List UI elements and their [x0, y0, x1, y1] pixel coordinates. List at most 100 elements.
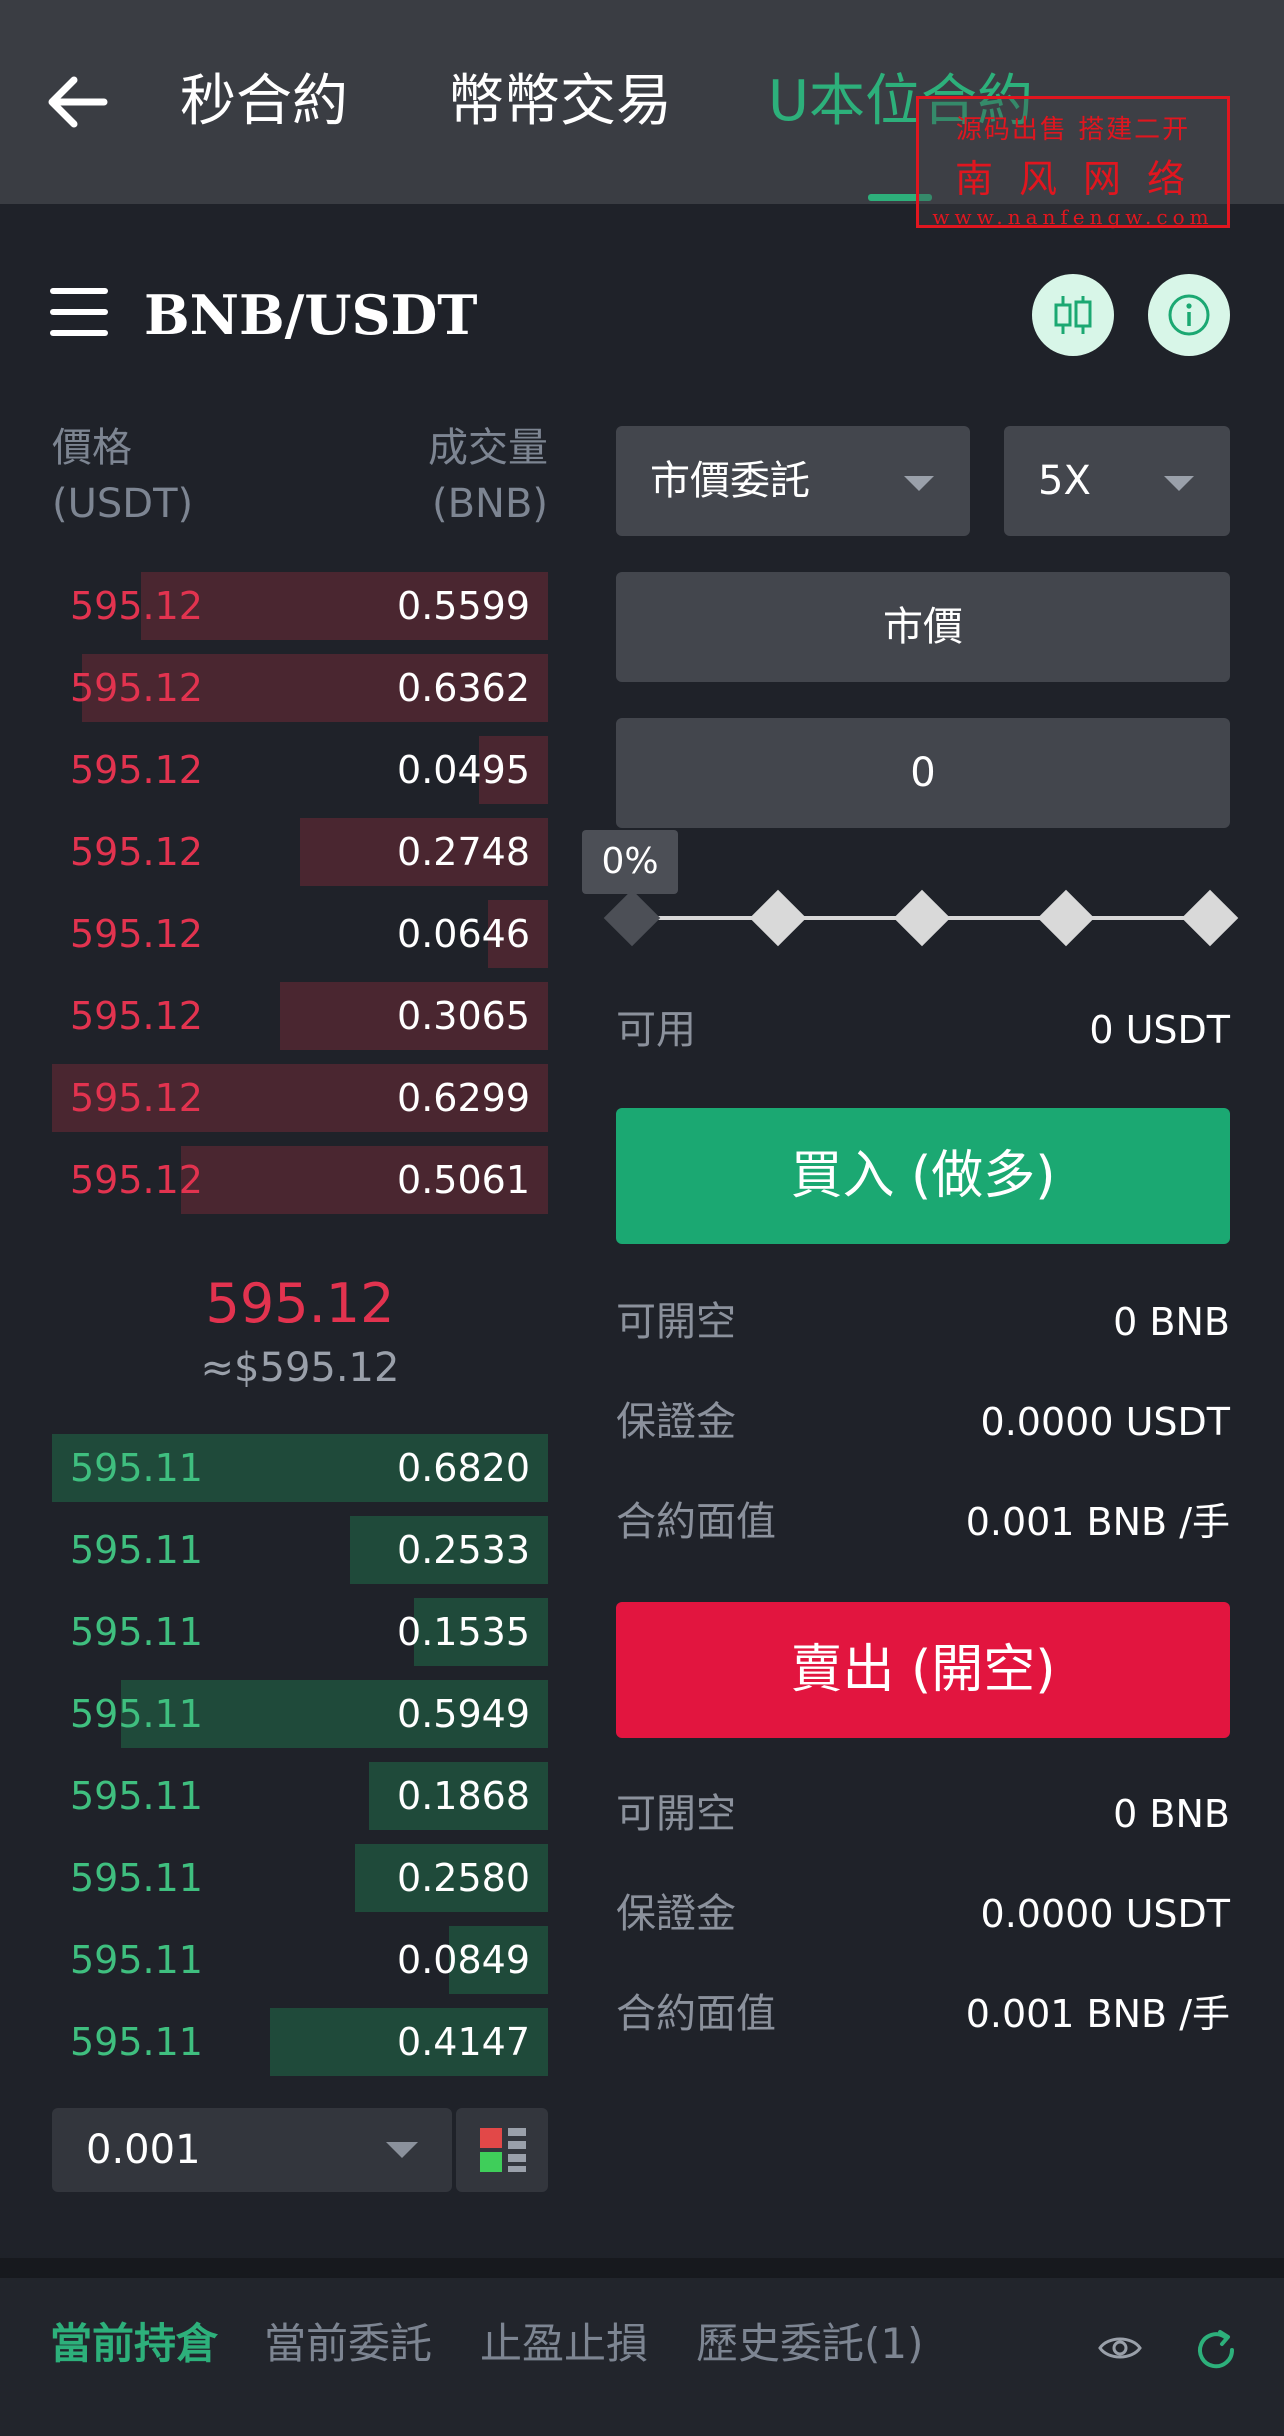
bid-order-row[interactable]: 595.11 0.1535	[52, 1598, 548, 1666]
sell-margin-value: 0.0000 USDT	[980, 1892, 1230, 1936]
bid-volume: 0.2580	[397, 1856, 530, 1900]
bid-price: 595.11	[70, 1446, 203, 1490]
ask-price: 595.12	[70, 666, 203, 710]
tab-take-profit-stop-loss[interactable]: 止盈止損	[480, 2312, 648, 2376]
slider-stop-100[interactable]	[1181, 889, 1239, 947]
watermark-stamp: 源码出售 搭建二开 南风网络 www.nanfengw.com	[916, 96, 1230, 229]
buy-long-button[interactable]: 買入 (做多)	[616, 1108, 1230, 1244]
bid-volume: 0.0849	[397, 1938, 530, 1982]
sell-max-open-value: 0 BNB	[1113, 1792, 1230, 1836]
ask-volume: 0.0646	[397, 912, 530, 956]
slider-stop-50[interactable]	[893, 889, 951, 947]
ask-order-row[interactable]: 595.12 0.5061	[52, 1146, 548, 1214]
depth-precision-value: 0.001	[86, 2127, 201, 2173]
buy-contract-size-label: 合約面值	[616, 1499, 776, 1545]
ask-order-row[interactable]: 595.12 0.6362	[52, 654, 548, 722]
tab-open-orders[interactable]: 當前委託	[264, 2312, 432, 2376]
bid-price: 595.11	[70, 1938, 203, 1982]
price-column-header: 價格	[52, 425, 132, 471]
ask-price: 595.12	[70, 830, 203, 874]
slider-stop-0[interactable]	[603, 889, 661, 947]
arrow-left-icon[interactable]	[44, 72, 110, 132]
sell-contract-size-value: 0.001 BNB /手	[965, 1992, 1230, 2036]
tab-order-history[interactable]: 歷史委託(1)	[696, 2312, 924, 2376]
ask-volume: 0.5061	[397, 1158, 530, 1202]
chevron-down-icon	[904, 476, 934, 491]
last-price-usd: ≈$595.12	[200, 1345, 400, 1391]
ask-volume: 0.3065	[397, 994, 530, 1038]
amount-input[interactable]: 0	[616, 718, 1230, 828]
price-field-value: 市價	[883, 604, 963, 650]
depth-precision-select[interactable]: 0.001	[52, 2108, 452, 2192]
section-divider	[0, 2258, 1284, 2278]
price-column-unit: (USDT)	[52, 481, 194, 527]
bid-volume: 0.1868	[397, 1774, 530, 1818]
bid-volume: 0.1535	[397, 1610, 530, 1654]
orderbook-layout-button[interactable]	[456, 2108, 548, 2192]
bid-order-row[interactable]: 595.11 0.5949	[52, 1680, 548, 1748]
bid-order-row[interactable]: 595.11 0.4147	[52, 2008, 548, 2076]
ask-order-row[interactable]: 595.12 0.3065	[52, 982, 548, 1050]
amount-input-value: 0	[910, 750, 936, 796]
chart-button[interactable]	[1032, 274, 1114, 356]
refresh-icon[interactable]	[1194, 2328, 1238, 2372]
ask-volume: 0.2748	[397, 830, 530, 874]
sell-short-button[interactable]: 賣出 (開空)	[616, 1602, 1230, 1738]
leverage-value: 5X	[1038, 458, 1091, 504]
ask-order-row[interactable]: 595.12 0.5599	[52, 572, 548, 640]
bid-price: 595.11	[70, 2020, 203, 2064]
ask-volume: 0.5599	[397, 584, 530, 628]
available-label: 可用	[616, 1007, 696, 1053]
info-button[interactable]	[1148, 274, 1230, 356]
ask-order-row[interactable]: 595.12 0.6299	[52, 1064, 548, 1132]
ask-price: 595.12	[70, 912, 203, 956]
order-type-select[interactable]: 市價委託	[616, 426, 970, 536]
buy-max-open-label: 可開空	[616, 1299, 736, 1345]
trading-pair-title: BNB/USDT	[144, 283, 478, 347]
bid-price: 595.11	[70, 1774, 203, 1818]
bid-volume: 0.5949	[397, 1692, 530, 1736]
bid-order-row[interactable]: 595.11 0.0849	[52, 1926, 548, 1994]
ask-order-row[interactable]: 595.12 0.0495	[52, 736, 548, 804]
bid-volume: 0.4147	[397, 2020, 530, 2064]
sell-contract-size-label: 合約面值	[616, 1991, 776, 2037]
ask-volume: 0.6362	[397, 666, 530, 710]
watermark-line-1: 源码出售 搭建二开	[955, 115, 1191, 145]
available-value: 0 USDT	[1089, 1008, 1230, 1052]
bid-price: 595.11	[70, 1856, 203, 1900]
bid-order-row[interactable]: 595.11 0.6820	[52, 1434, 548, 1502]
orderbook-layout-icon	[480, 2128, 526, 2172]
slider-percent-tooltip: 0%	[582, 830, 678, 894]
candlestick-chart-icon	[1054, 296, 1092, 334]
ask-order-row[interactable]: 595.12 0.0646	[52, 900, 548, 968]
last-price: 595.12	[205, 1272, 395, 1335]
buy-margin-label: 保證金	[616, 1399, 736, 1445]
volume-column-header: 成交量	[428, 425, 548, 471]
ask-price: 595.12	[70, 994, 203, 1038]
sell-margin-label: 保證金	[616, 1891, 736, 1937]
slider-stop-75[interactable]	[1037, 889, 1095, 947]
ask-price: 595.12	[70, 1076, 203, 1120]
bid-volume: 0.6820	[397, 1446, 530, 1490]
leverage-select[interactable]: 5X	[1004, 426, 1230, 536]
bid-order-row[interactable]: 595.11 0.2580	[52, 1844, 548, 1912]
price-field[interactable]: 市價	[616, 572, 1230, 682]
buy-contract-size-value: 0.001 BNB /手	[965, 1500, 1230, 1544]
ask-order-row[interactable]: 595.12 0.2748	[52, 818, 548, 886]
tab-second-contract[interactable]: 秒合約	[180, 62, 348, 142]
eye-icon[interactable]	[1098, 2332, 1142, 2364]
chevron-down-icon	[386, 2142, 418, 2158]
bid-order-row[interactable]: 595.11 0.1868	[52, 1762, 548, 1830]
bid-order-row[interactable]: 595.11 0.2533	[52, 1516, 548, 1584]
ask-price: 595.12	[70, 748, 203, 792]
info-icon	[1168, 294, 1210, 336]
bid-price: 595.11	[70, 1528, 203, 1572]
tab-current-positions[interactable]: 當前持倉	[50, 2312, 218, 2376]
hamburger-menu-icon[interactable]	[50, 288, 108, 336]
watermark-line-3: www.nanfengw.com	[932, 205, 1214, 229]
ask-price: 595.12	[70, 1158, 203, 1202]
tab-spot-trading[interactable]: 幣幣交易	[448, 62, 672, 142]
slider-stop-25[interactable]	[749, 889, 807, 947]
buy-margin-value: 0.0000 USDT	[980, 1400, 1230, 1444]
ask-volume: 0.6299	[397, 1076, 530, 1120]
